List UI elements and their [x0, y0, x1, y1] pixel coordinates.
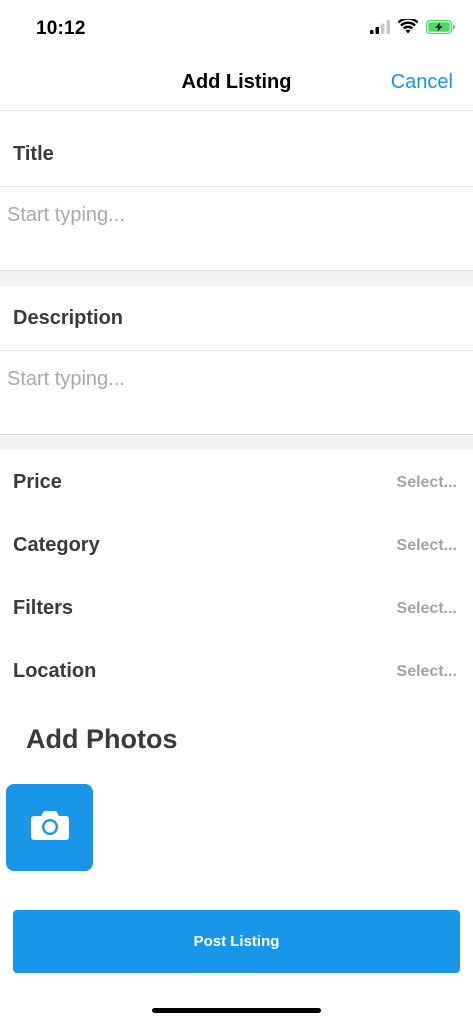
category-label: Category: [13, 534, 100, 556]
description-input[interactable]: [0, 346, 473, 412]
price-label: Price: [13, 471, 62, 493]
post-listing-button[interactable]: Post Listing: [13, 910, 460, 973]
home-indicator: [152, 1008, 321, 1013]
category-selector[interactable]: Category Select...: [0, 521, 473, 571]
add-photos-heading: Add Photos: [26, 724, 178, 754]
location-value: Select...: [396, 663, 457, 680]
section-separator: [0, 270, 473, 286]
status-bar: 10:12: [0, 0, 473, 58]
filters-value: Select...: [396, 600, 457, 617]
status-time: 10:12: [36, 18, 86, 39]
status-icons: [370, 17, 456, 39]
location-selector[interactable]: Location Select...: [0, 647, 473, 697]
price-selector[interactable]: Price Select...: [0, 458, 473, 508]
cancel-button[interactable]: Cancel: [391, 71, 453, 94]
add-photo-button[interactable]: [6, 784, 93, 871]
filters-selector[interactable]: Filters Select...: [0, 584, 473, 634]
section-separator: [0, 434, 473, 450]
description-label: Description: [13, 307, 124, 329]
price-value: Select...: [396, 474, 457, 491]
title-input[interactable]: [0, 182, 473, 248]
location-label: Location: [13, 660, 97, 682]
filters-label: Filters: [13, 597, 74, 619]
cellular-signal-icon: [370, 19, 390, 39]
wifi-icon: [397, 17, 419, 39]
nav-bar: Add Listing Cancel: [0, 58, 473, 111]
title-label: Title: [13, 143, 54, 165]
camera-icon: [30, 809, 70, 846]
battery-charging-icon: [426, 19, 456, 39]
add-listing-screen: 10:12 Add Listing Cancel Title Start typ…: [0, 0, 473, 1024]
category-value: Select...: [396, 537, 457, 554]
